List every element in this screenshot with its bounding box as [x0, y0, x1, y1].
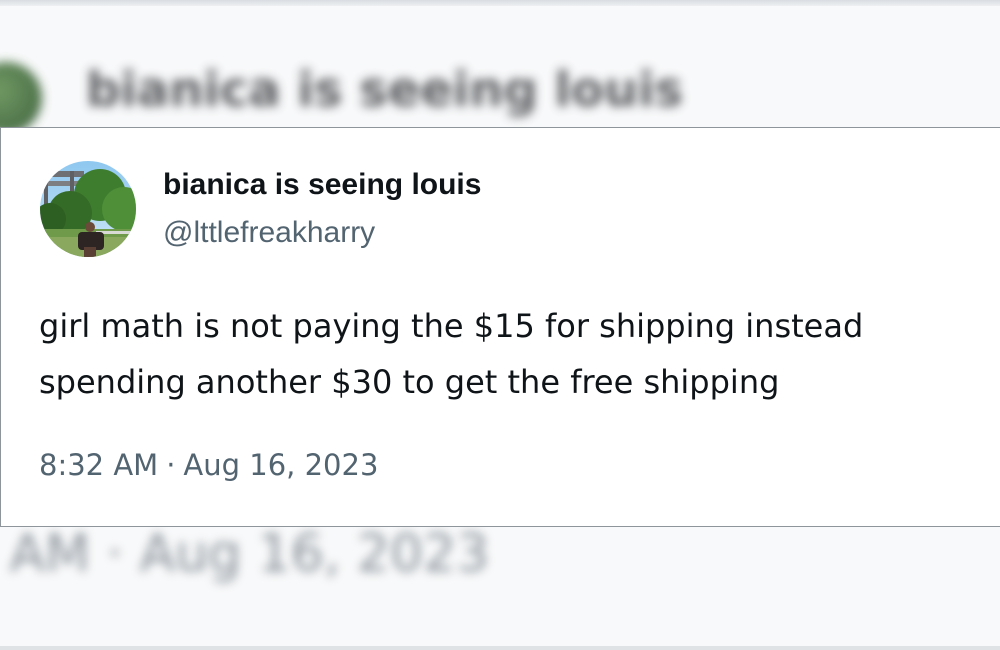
tweet-date: Aug 16, 2023 [183, 448, 379, 482]
timestamp-separator: · [166, 448, 176, 482]
background-avatar-blurred [0, 62, 42, 134]
bottom-edge [0, 646, 1000, 650]
profile-avatar[interactable] [40, 161, 136, 257]
tweet-card: bianica is seeing louis @lttlefreakharry… [0, 127, 1000, 527]
display-name[interactable]: bianica is seeing louis [163, 168, 481, 202]
tweet-time: 8:32 AM [39, 448, 159, 482]
tweet-text-line-1: girl math is not paying the $15 for ship… [39, 307, 864, 345]
background-name-blurred: bianica is seeing louis [86, 62, 684, 118]
top-edge [0, 0, 1000, 6]
screenshot-canvas: bianica is seeing louis 2 AM · Aug 16, 2… [0, 0, 1000, 650]
avatar-photo-icon [40, 161, 136, 257]
background-date-blurred: 2 AM · Aug 16, 2023 [0, 524, 490, 584]
user-handle[interactable]: @lttlefreakharry [163, 216, 375, 250]
tweet-timestamp[interactable]: 8:32 AM · Aug 16, 2023 [39, 448, 378, 482]
tweet-text: girl math is not paying the $15 for ship… [39, 298, 989, 410]
tweet-text-line-2: spending another $30 to get the free shi… [39, 363, 780, 401]
